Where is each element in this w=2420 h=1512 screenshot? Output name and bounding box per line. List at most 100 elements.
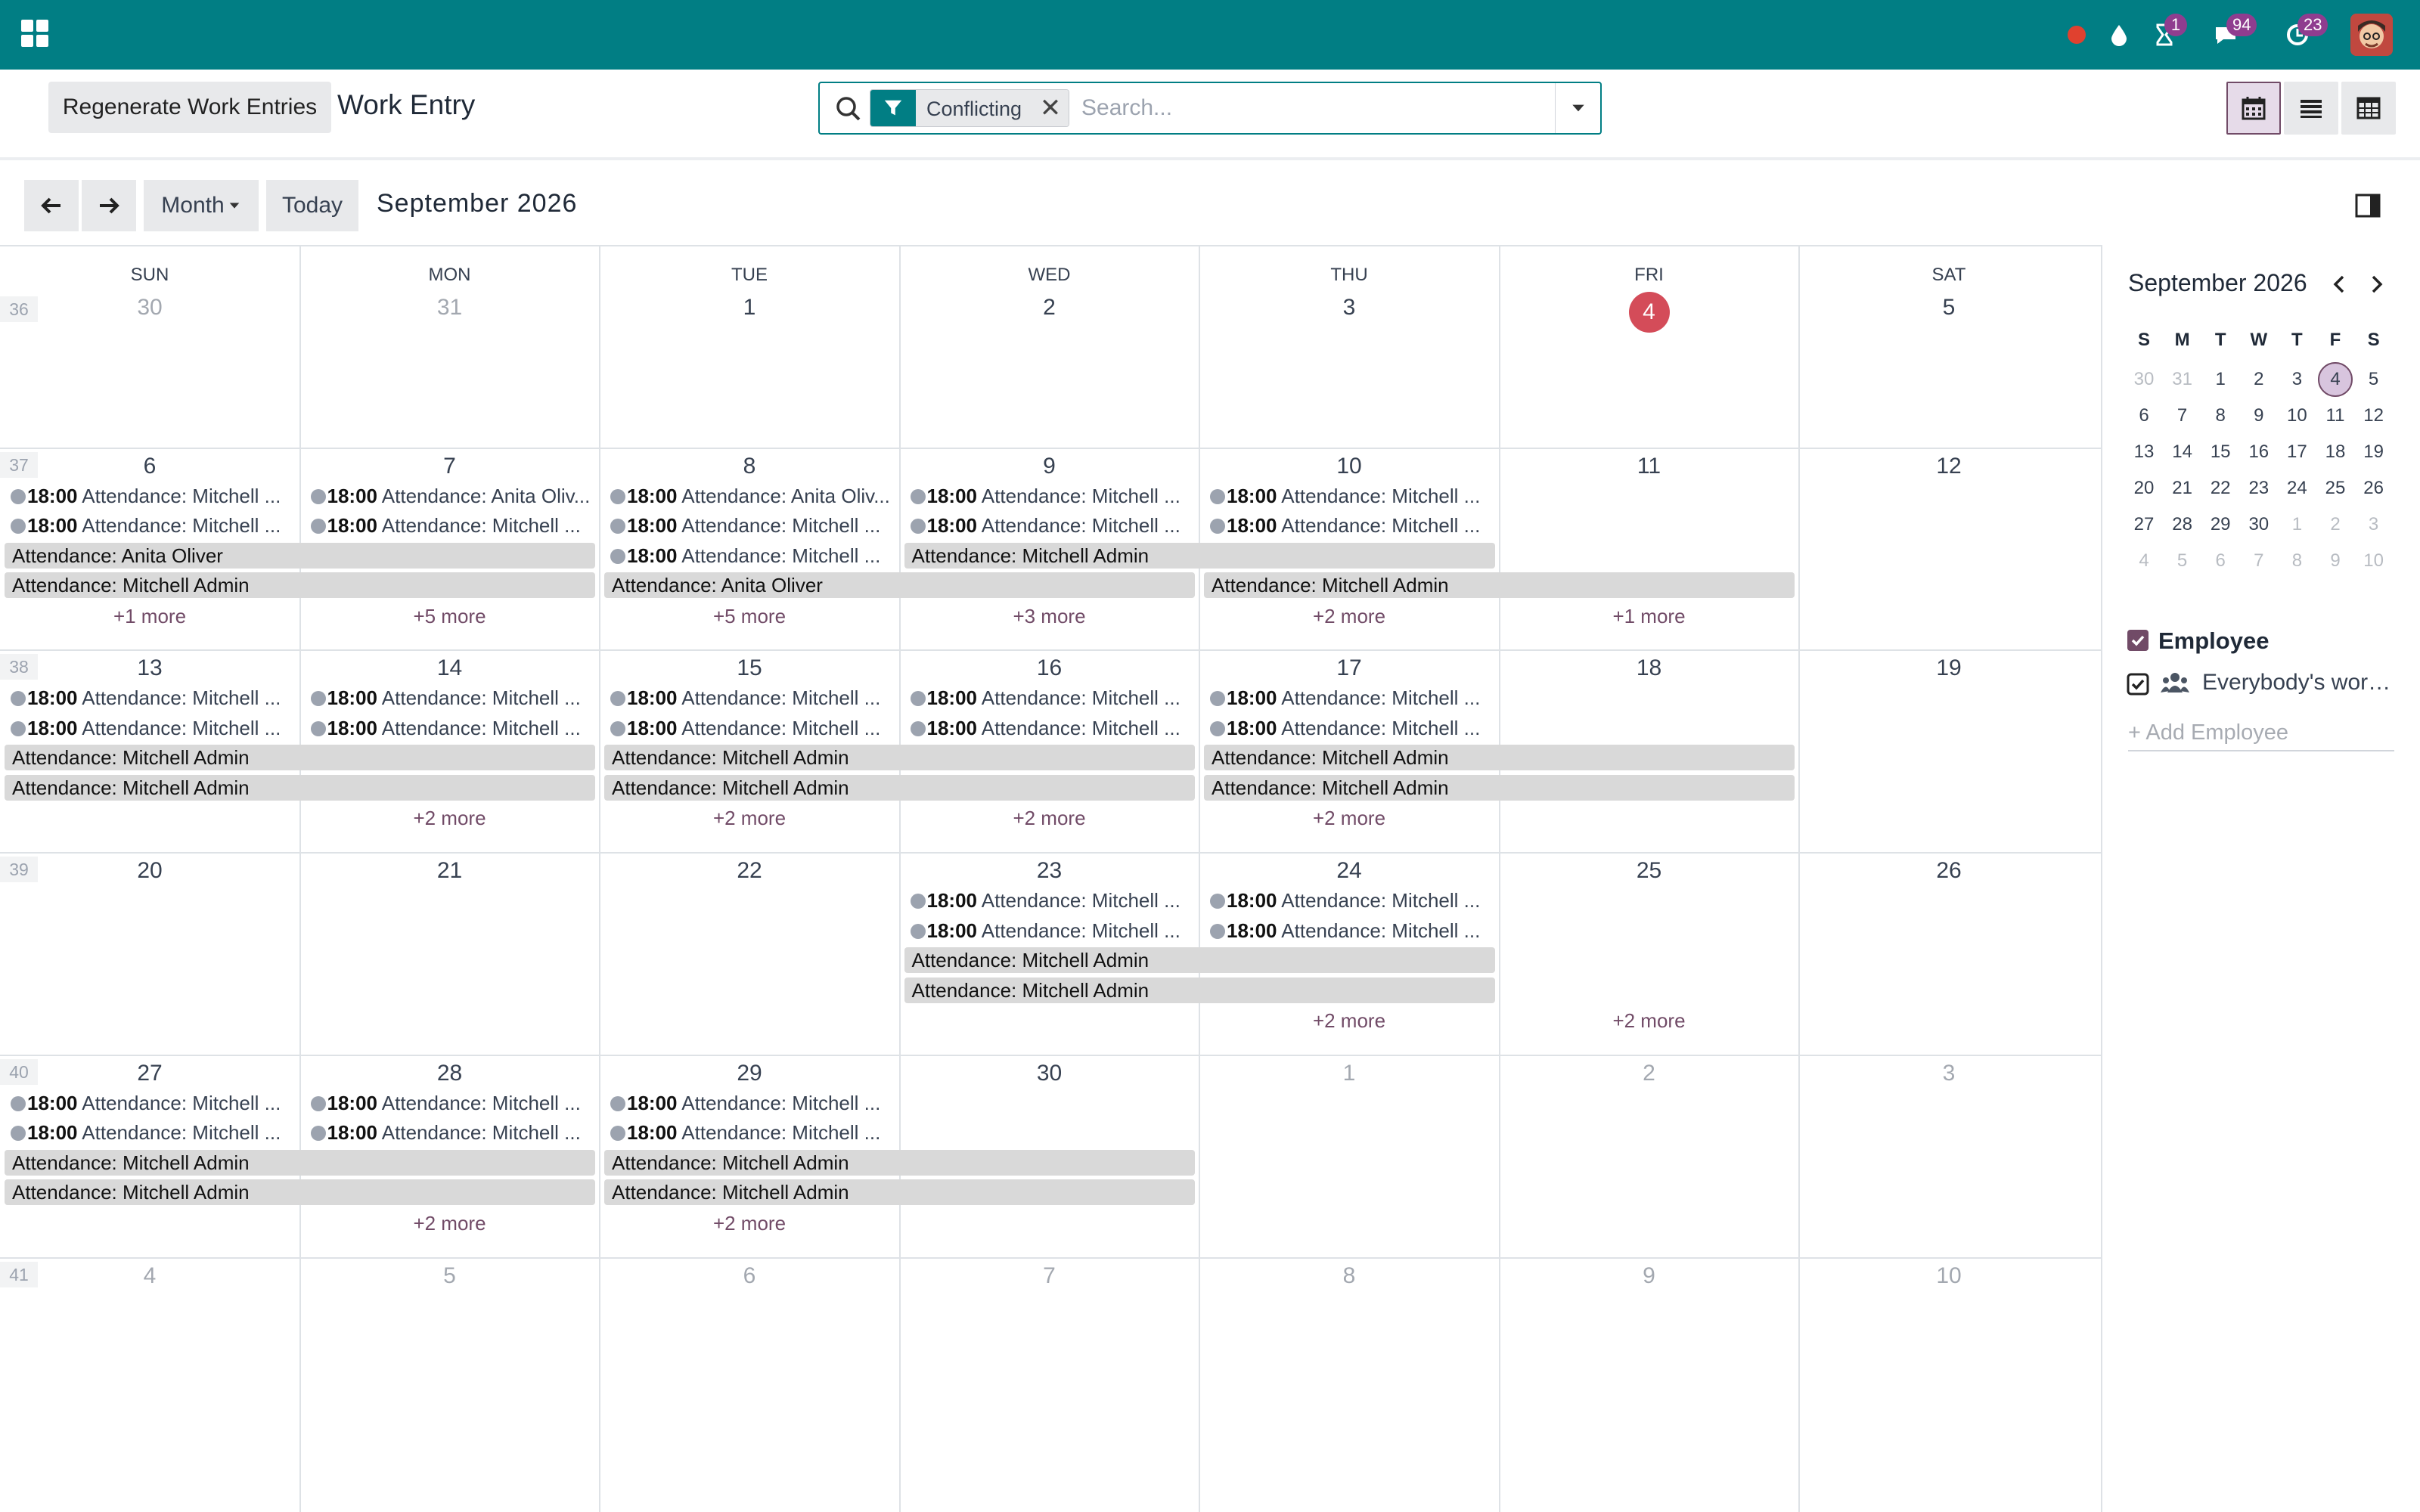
more-events-link[interactable]: +2 more xyxy=(900,807,1199,830)
timed-event[interactable]: 18:00 Attendance: Mitchell ... xyxy=(601,1089,895,1117)
pivot-view-button[interactable] xyxy=(2341,82,2396,135)
timed-event[interactable]: 18:00 Attendance: Mitchell ... xyxy=(302,512,596,539)
search-options-toggle[interactable] xyxy=(1555,83,1600,133)
day-cell[interactable]: 17 xyxy=(1199,655,1499,681)
activity-icon[interactable]: 23 xyxy=(2279,14,2328,53)
filter-item-everybody[interactable]: Everybody's work... xyxy=(2202,670,2397,696)
timed-event[interactable]: 18:00 Attendance: Mitchell ... xyxy=(601,714,895,742)
mini-day[interactable]: 4 xyxy=(2125,550,2163,572)
status-dot-icon[interactable] xyxy=(2059,17,2095,53)
timed-event[interactable]: 18:00 Attendance: Anita Oliv... xyxy=(601,482,895,510)
day-cell[interactable]: 13 xyxy=(0,655,299,681)
more-events-link[interactable]: +3 more xyxy=(900,605,1199,628)
day-cell[interactable]: 27 xyxy=(0,1061,299,1086)
timed-event[interactable]: 18:00 Attendance: Mitchell ... xyxy=(2,1089,296,1117)
mini-day[interactable]: 9 xyxy=(2240,405,2278,426)
next-button[interactable] xyxy=(82,180,136,231)
more-events-link[interactable]: +2 more xyxy=(600,1212,899,1235)
day-cell[interactable]: 28 xyxy=(300,1061,600,1086)
day-cell[interactable]: 9 xyxy=(900,454,1199,479)
day-cell[interactable]: 2 xyxy=(900,295,1199,321)
allday-event-bar[interactable]: Attendance: Mitchell Admin xyxy=(604,774,1195,801)
mini-day[interactable]: 4 xyxy=(2316,362,2354,397)
more-events-link[interactable]: +2 more xyxy=(1199,605,1499,628)
timed-event[interactable]: 18:00 Attendance: Mitchell ... xyxy=(2,512,296,539)
day-cell[interactable]: 22 xyxy=(600,858,899,884)
timed-event[interactable]: 18:00 Attendance: Mitchell ... xyxy=(601,542,895,569)
timed-event[interactable]: 18:00 Attendance: Mitchell ... xyxy=(2,714,296,742)
more-events-link[interactable]: +2 more xyxy=(1199,1009,1499,1033)
side-panel-toggle-icon[interactable] xyxy=(2353,191,2384,221)
mini-day[interactable]: 13 xyxy=(2125,442,2163,463)
day-cell[interactable]: 24 xyxy=(1199,858,1499,884)
everybody-filter-checkbox[interactable] xyxy=(2127,673,2149,696)
mini-next-icon[interactable] xyxy=(2363,271,2390,298)
mini-day[interactable]: 20 xyxy=(2125,478,2163,499)
mini-day[interactable]: 22 xyxy=(2201,478,2239,499)
more-events-link[interactable]: +5 more xyxy=(300,605,600,628)
timed-event[interactable]: 18:00 Attendance: Mitchell ... xyxy=(1201,714,1495,742)
mini-day[interactable]: 16 xyxy=(2240,442,2278,463)
day-cell[interactable]: 8 xyxy=(600,454,899,479)
mini-day[interactable]: 25 xyxy=(2316,478,2354,499)
timed-event[interactable]: 18:00 Attendance: Mitchell ... xyxy=(901,482,1196,510)
day-cell[interactable]: 23 xyxy=(900,858,1199,884)
search-input[interactable] xyxy=(1081,91,1535,125)
timed-event[interactable]: 18:00 Attendance: Mitchell ... xyxy=(302,1089,596,1117)
mini-day[interactable]: 18 xyxy=(2316,442,2354,463)
day-cell[interactable]: 4 xyxy=(0,1263,299,1289)
timed-event[interactable]: 18:00 Attendance: Mitchell ... xyxy=(901,887,1196,914)
search-icon[interactable] xyxy=(833,94,864,124)
list-view-button[interactable] xyxy=(2284,82,2338,135)
day-cell[interactable]: 10 xyxy=(1799,1263,2099,1289)
mini-day[interactable]: 24 xyxy=(2278,478,2316,499)
today-button[interactable]: Today xyxy=(266,180,358,231)
timed-event[interactable]: 18:00 Attendance: Mitchell ... xyxy=(901,512,1196,539)
timed-event[interactable]: 18:00 Attendance: Mitchell ... xyxy=(302,714,596,742)
user-avatar[interactable] xyxy=(2350,14,2393,56)
day-cell[interactable]: 2 xyxy=(1500,1061,1799,1086)
allday-event-bar[interactable]: Attendance: Mitchell Admin xyxy=(1204,774,1795,801)
day-cell[interactable]: 11 xyxy=(1500,454,1799,479)
mini-day[interactable]: 28 xyxy=(2164,514,2201,535)
allday-event-bar[interactable]: Attendance: Mitchell Admin xyxy=(604,1149,1195,1176)
mini-day[interactable]: 6 xyxy=(2201,550,2239,572)
mini-day[interactable]: 1 xyxy=(2278,514,2316,535)
timed-event[interactable]: 18:00 Attendance: Mitchell ... xyxy=(601,1119,895,1146)
day-cell[interactable]: 7 xyxy=(300,454,600,479)
timed-event[interactable]: 18:00 Attendance: Mitchell ... xyxy=(601,512,895,539)
timed-event[interactable]: 18:00 Attendance: Mitchell ... xyxy=(1201,887,1495,914)
day-cell[interactable]: 5 xyxy=(1799,295,2099,321)
mini-day[interactable]: 1 xyxy=(2201,369,2239,390)
mini-day[interactable]: 14 xyxy=(2164,442,2201,463)
day-cell[interactable]: 26 xyxy=(1799,858,2099,884)
more-events-link[interactable]: +1 more xyxy=(1500,605,1799,628)
mini-day[interactable]: 23 xyxy=(2240,478,2278,499)
allday-event-bar[interactable]: Attendance: Mitchell Admin xyxy=(904,947,1495,974)
mini-day[interactable]: 2 xyxy=(2240,369,2278,390)
day-cell[interactable]: 30 xyxy=(0,295,299,321)
allday-event-bar[interactable]: Attendance: Mitchell Admin xyxy=(5,1149,595,1176)
allday-event-bar[interactable]: Attendance: Mitchell Admin xyxy=(5,572,595,599)
mini-day[interactable]: 30 xyxy=(2240,514,2278,535)
day-cell[interactable]: 9 xyxy=(1500,1263,1799,1289)
mini-day[interactable]: 3 xyxy=(2355,514,2393,535)
allday-event-bar[interactable]: Attendance: Anita Oliver xyxy=(604,572,1195,599)
mini-day[interactable]: 17 xyxy=(2278,442,2316,463)
facet-remove-icon[interactable]: ✕ xyxy=(1032,90,1069,126)
day-cell[interactable]: 10 xyxy=(1199,454,1499,479)
allday-event-bar[interactable]: Attendance: Mitchell Admin xyxy=(5,745,595,771)
allday-event-bar[interactable]: Attendance: Mitchell Admin xyxy=(1204,572,1795,599)
scale-dropdown[interactable]: Month xyxy=(144,180,259,231)
mini-day[interactable]: 11 xyxy=(2316,405,2354,426)
timed-event[interactable]: 18:00 Attendance: Mitchell ... xyxy=(1201,684,1495,711)
more-events-link[interactable]: +2 more xyxy=(1199,807,1499,830)
allday-event-bar[interactable]: Attendance: Mitchell Admin xyxy=(604,1179,1195,1206)
mini-day[interactable]: 5 xyxy=(2355,369,2393,390)
mini-day[interactable]: 15 xyxy=(2201,442,2239,463)
apps-menu-icon[interactable] xyxy=(21,20,48,47)
add-employee-input[interactable] xyxy=(2128,715,2394,751)
day-cell[interactable]: 20 xyxy=(0,858,299,884)
day-cell[interactable]: 19 xyxy=(1799,655,2099,681)
mini-day[interactable]: 5 xyxy=(2164,550,2201,572)
